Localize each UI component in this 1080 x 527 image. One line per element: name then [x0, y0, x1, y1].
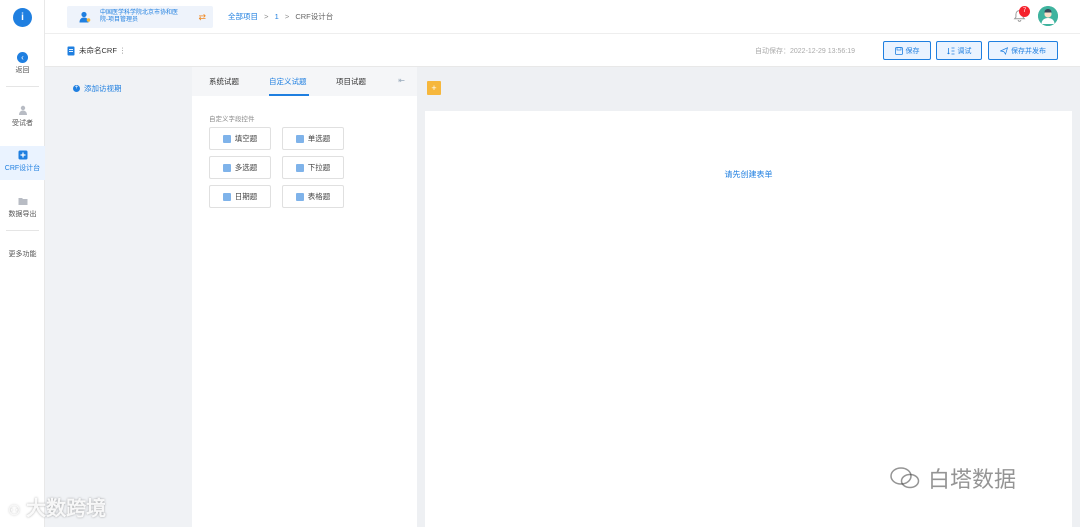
- more-vertical-icon[interactable]: ⋮: [119, 46, 127, 55]
- section-title: 自定义字段控件: [209, 116, 255, 123]
- left-rail: i ‹ 返回 受试者 CRF设计台 数据导出 更多功能: [0, 0, 45, 527]
- save-label: 保存: [905, 47, 920, 55]
- question-controls-panel: 系统试题 自定义试题 项目试题 ⇤ 自定义字段控件 填空题 单选题 多选题 下拉…: [192, 67, 417, 527]
- control-single-choice[interactable]: 单选题: [282, 127, 344, 150]
- autosave-status: 自动保存：2022-12-29 13:56:19: [755, 48, 855, 55]
- empty-state-tip[interactable]: 请先创建表单: [425, 169, 1072, 180]
- control-table[interactable]: 表格题: [282, 185, 344, 208]
- rail-divider: [6, 86, 39, 87]
- breadcrumb-separator: >: [264, 12, 269, 21]
- debug-icon: [946, 47, 954, 54]
- swap-icon[interactable]: ⇄: [198, 12, 206, 23]
- control-dropdown[interactable]: 下拉题: [282, 156, 344, 179]
- user-icon: [79, 11, 91, 23]
- multi-choice-icon: [222, 163, 231, 172]
- sidebar-item-more[interactable]: 更多功能: [0, 249, 45, 259]
- back-button[interactable]: ‹ 返回: [0, 52, 45, 75]
- chat-bubble-icon: ⚇: [8, 502, 21, 518]
- app-logo[interactable]: i: [13, 8, 32, 27]
- back-label: 返回: [15, 67, 30, 74]
- crf-design-icon: [18, 150, 27, 160]
- breadcrumb-project[interactable]: 1: [275, 12, 279, 21]
- sidebar-item-label: 数据导出: [8, 211, 37, 218]
- send-icon: [1000, 46, 1008, 55]
- tab-custom-questions[interactable]: 自定义试题: [269, 76, 307, 87]
- crf-title[interactable]: 未命名CRF ⋮: [67, 45, 126, 56]
- breadcrumb-all-projects[interactable]: 全部项目: [228, 12, 258, 21]
- single-choice-icon: [295, 134, 304, 143]
- users-icon: [18, 105, 27, 115]
- sidebar-item-crf-design[interactable]: CRF设计台: [0, 146, 45, 180]
- save-publish-button[interactable]: 保存并发布: [988, 41, 1058, 60]
- doctor-avatar-icon: [1038, 6, 1058, 26]
- tab-project-questions[interactable]: 项目试题: [336, 76, 366, 87]
- add-visit-button[interactable]: + 添加访视期: [73, 83, 122, 94]
- control-label: 填空题: [234, 134, 258, 143]
- save-publish-label: 保存并发布: [1011, 47, 1046, 55]
- avatar[interactable]: [1038, 6, 1058, 26]
- crf-name: 未命名CRF: [79, 46, 117, 55]
- test-button[interactable]: 调试: [936, 41, 982, 60]
- wechat-icon: [890, 467, 920, 489]
- date-icon: [222, 192, 231, 201]
- watermark-left: ⚇ 大数跨境: [8, 492, 106, 521]
- question-tabs: 系统试题 自定义试题 项目试题 ⇤: [192, 67, 417, 96]
- table-icon: [295, 192, 304, 201]
- document-icon: [67, 46, 75, 55]
- sidebar-item-data-export[interactable]: 数据导出: [0, 196, 45, 219]
- sidebar-item-subjects[interactable]: 受试者: [0, 105, 45, 128]
- watermark-right: 白塔数据: [890, 462, 1016, 494]
- save-icon: [894, 46, 903, 55]
- control-multi-choice[interactable]: 多选题: [209, 156, 271, 179]
- breadcrumb-separator: >: [284, 12, 290, 21]
- watermark-left-text: 大数跨境: [26, 498, 107, 520]
- expand-icon[interactable]: +: [427, 81, 441, 95]
- tab-system-questions[interactable]: 系统试题: [209, 76, 239, 87]
- control-label: 单选题: [307, 134, 331, 143]
- breadcrumb: 全部项目 > 1 > CRF设计台: [228, 11, 333, 22]
- fill-blank-icon: [222, 134, 231, 143]
- sidebar-item-label: 更多功能: [8, 251, 37, 258]
- add-visit-label: 添加访视期: [84, 84, 122, 93]
- save-button[interactable]: 保存: [883, 41, 931, 60]
- control-label: 日期题: [234, 192, 258, 201]
- folder-export-icon: [18, 198, 27, 205]
- plus-circle-icon: +: [73, 85, 80, 92]
- back-arrow-icon: ‹: [17, 52, 28, 63]
- sidebar-item-label: 受试者: [12, 120, 33, 127]
- breadcrumb-current: CRF设计台: [295, 12, 334, 21]
- collapse-panel-icon[interactable]: ⇤: [398, 76, 405, 85]
- sidebar-item-label: CRF设计台: [4, 165, 41, 172]
- control-fill-blank[interactable]: 填空题: [209, 127, 271, 150]
- visit-period-column: + 添加访视期: [45, 67, 192, 527]
- control-label: 多选题: [234, 163, 258, 172]
- org-switcher[interactable]: 中国医学科学院北京市协和医院-项目管理员 ⇄: [67, 6, 213, 28]
- notification-badge: 7: [1019, 6, 1030, 17]
- control-label: 下拉题: [307, 163, 331, 172]
- top-bar: 中国医学科学院北京市协和医院-项目管理员 ⇄ 全部项目 > 1 > CRF设计台…: [45, 0, 1080, 34]
- dropdown-icon: [295, 163, 304, 172]
- form-canvas-area: + 请先创建表单: [417, 67, 1080, 527]
- org-name: 中国医学科学院北京市协和医院-项目管理员: [100, 10, 179, 23]
- rail-divider: [6, 230, 39, 231]
- watermark-right-text: 白塔数据: [928, 467, 1017, 492]
- control-label: 表格题: [307, 192, 331, 201]
- control-date[interactable]: 日期题: [209, 185, 271, 208]
- active-tab-indicator: [269, 94, 309, 96]
- crf-toolbar: 未命名CRF ⋮ 自动保存：2022-12-29 13:56:19 保存 调试 …: [45, 34, 1080, 67]
- test-label: 调试: [957, 47, 972, 55]
